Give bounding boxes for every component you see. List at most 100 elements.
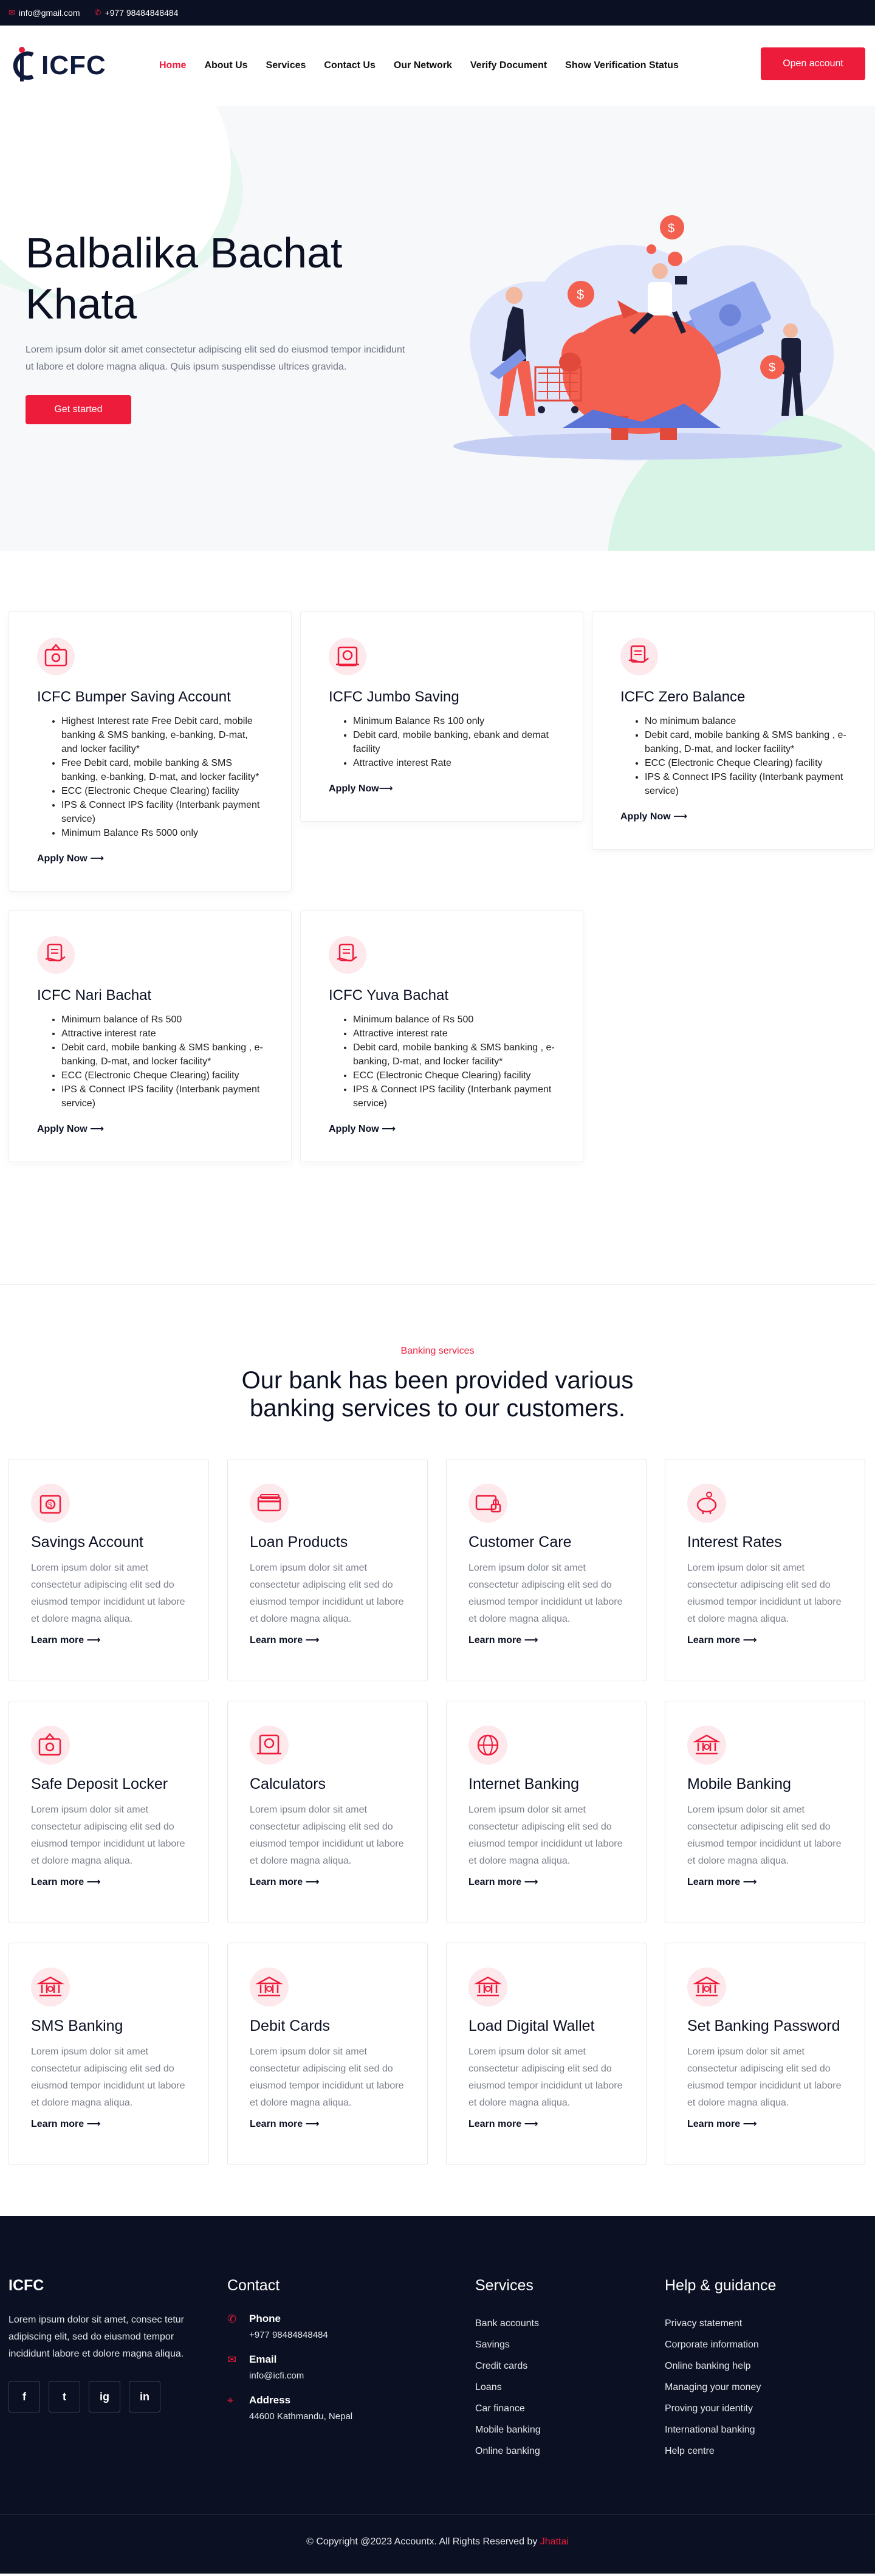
nav-verify-document[interactable]: Verify Document <box>470 60 547 71</box>
service-text: Lorem ipsum dolor sit amet consectetur a… <box>687 2047 842 2108</box>
footer-link[interactable]: Bank accounts <box>475 2313 541 2334</box>
nav-services[interactable]: Services <box>266 60 306 71</box>
service-title: Calculators <box>250 1775 326 1793</box>
learn-more-label: Learn more <box>250 1635 303 1645</box>
footer-link[interactable]: Credit cards <box>475 2355 541 2377</box>
facebook-icon[interactable]: f <box>9 2381 40 2412</box>
service-text: Lorem ipsum dolor sit amet consectetur a… <box>250 1563 404 1624</box>
logo[interactable]: ICFC <box>10 41 156 90</box>
footer-link[interactable]: Mobile banking <box>475 2419 541 2440</box>
learn-more-link[interactable]: Learn more ⟶ <box>250 2119 320 2129</box>
apply-now-link[interactable]: Apply Now ⟶ <box>37 1123 104 1135</box>
hand-card-icon <box>37 936 75 974</box>
account-feature: ECC (Electronic Cheque Clearing) facilit… <box>353 1069 555 1083</box>
twitter-icon[interactable]: t <box>49 2381 80 2412</box>
service-title: SMS Banking <box>31 2017 123 2034</box>
arrow-right-icon: ⟶ <box>743 2119 757 2129</box>
footer-about-text: Lorem ipsum dolor sit amet, consec tetur… <box>9 2315 185 2359</box>
copyright-brand-link[interactable]: Jhattai <box>540 2536 569 2547</box>
service-title: Set Banking Password <box>687 2017 840 2034</box>
account-feature: Debit card, mobile banking & SMS banking… <box>353 1041 555 1069</box>
learn-more-link[interactable]: Learn more ⟶ <box>31 1877 101 1887</box>
learn-more-link[interactable]: Learn more ⟶ <box>468 1635 538 1645</box>
footer-about: ICFC Lorem ipsum dolor sit amet, consec … <box>9 2277 209 2412</box>
nav-contact-us[interactable]: Contact Us <box>324 60 375 71</box>
footer-link[interactable]: Managing your money <box>665 2377 776 2398</box>
hand-card-icon <box>620 638 658 675</box>
footer-link[interactable]: Corporate information <box>665 2334 776 2355</box>
service-card-loan-products: Loan Products Lorem ipsum dolor sit amet… <box>227 1459 428 1681</box>
apply-now-label: Apply Now <box>620 811 671 822</box>
service-card-mobile-banking: Mobile Banking Lorem ipsum dolor sit ame… <box>665 1701 865 1923</box>
footer-link[interactable]: Loans <box>475 2377 541 2398</box>
apply-now-link[interactable]: Apply Now ⟶ <box>329 1123 396 1135</box>
learn-more-label: Learn more <box>468 1635 522 1645</box>
apply-now-link[interactable]: Apply Now ⟶ <box>620 810 687 822</box>
learn-more-link[interactable]: Learn more ⟶ <box>250 1877 320 1887</box>
footer-link[interactable]: Proving your identity <box>665 2398 776 2419</box>
account-card-jumbo-saving: ICFC Jumbo Saving Minimum Balance Rs 100… <box>300 611 583 822</box>
arrow-right-icon: ⟶ <box>673 811 688 822</box>
learn-more-link[interactable]: Learn more ⟶ <box>468 1877 538 1887</box>
arrow-right-icon: ⟶ <box>524 2119 538 2129</box>
logo-text: ICFC <box>41 50 106 80</box>
apply-now-link[interactable]: Apply Now ⟶ <box>37 852 104 864</box>
account-feature: IPS & Connect IPS facility (Interbank pa… <box>645 770 846 798</box>
contact-label: Address <box>249 2394 291 2406</box>
account-features: Minimum balance of Rs 500 Attractive int… <box>37 1013 263 1111</box>
nav-home[interactable]: Home <box>159 60 186 71</box>
footer-link[interactable]: Savings <box>475 2334 541 2355</box>
learn-more-link[interactable]: Learn more ⟶ <box>687 1877 757 1887</box>
footer-link[interactable]: Car finance <box>475 2398 541 2419</box>
account-features: Minimum balance of Rs 500 Attractive int… <box>329 1013 555 1111</box>
account-card-yuva-bachat: ICFC Yuva Bachat Minimum balance of Rs 5… <box>300 910 583 1162</box>
phone-icon: ✆ <box>94 8 101 17</box>
learn-more-link[interactable]: Learn more ⟶ <box>687 1635 757 1645</box>
service-card-internet-banking: Internet Banking Lorem ipsum dolor sit a… <box>446 1701 647 1923</box>
learn-more-label: Learn more <box>31 2119 84 2129</box>
linkedin-icon[interactable]: in <box>129 2381 160 2412</box>
footer-brand: ICFC <box>9 2277 44 2294</box>
footer-link[interactable]: Online banking <box>475 2440 541 2462</box>
footer-services: Services Bank accounts Savings Credit ca… <box>475 2277 541 2462</box>
account-title: ICFC Bumper Saving Account <box>37 689 231 705</box>
footer-link[interactable]: Privacy statement <box>665 2313 776 2334</box>
contact-address: ⌖ Address 44600 Kathmandu, Nepal <box>227 2394 352 2422</box>
arrow-right-icon: ⟶ <box>524 1635 538 1645</box>
account-feature: IPS & Connect IPS facility (Interbank pa… <box>61 798 263 826</box>
service-title: Load Digital Wallet <box>468 2017 595 2034</box>
account-feature: IPS & Connect IPS facility (Interbank pa… <box>61 1083 263 1111</box>
nav-about-us[interactable]: About Us <box>204 60 247 71</box>
get-started-button[interactable]: Get started <box>26 395 131 424</box>
learn-more-link[interactable]: Learn more ⟶ <box>31 1635 101 1645</box>
footer-link[interactable]: Online banking help <box>665 2355 776 2377</box>
footer-link[interactable]: Help centre <box>665 2440 776 2462</box>
learn-more-label: Learn more <box>687 1635 741 1645</box>
service-title: Customer Care <box>468 1534 572 1551</box>
topbar-phone[interactable]: ✆ +977 98484848484 <box>94 8 178 18</box>
nav-our-network[interactable]: Our Network <box>394 60 452 71</box>
social-links: f t ig in <box>9 2381 209 2412</box>
learn-more-link[interactable]: Learn more ⟶ <box>31 2119 101 2129</box>
topbar-email-text: info@gmail.com <box>18 8 80 18</box>
learn-more-link[interactable]: Learn more ⟶ <box>250 1635 320 1645</box>
apply-now-link[interactable]: Apply Now⟶ <box>329 782 393 794</box>
learn-more-link[interactable]: Learn more ⟶ <box>468 2119 538 2129</box>
instagram-icon[interactable]: ig <box>89 2381 120 2412</box>
footer-link[interactable]: International banking <box>665 2419 776 2440</box>
topbar-email[interactable]: ✉ info@gmail.com <box>9 8 80 18</box>
hero-section: Balbalika Bachat Khata Lorem ipsum dolor… <box>0 106 875 551</box>
account-feature: ECC (Electronic Cheque Clearing) facilit… <box>645 756 846 770</box>
account-title: ICFC Zero Balance <box>620 689 746 705</box>
learn-more-link[interactable]: Learn more ⟶ <box>687 2119 757 2129</box>
service-text: Lorem ipsum dolor sit amet consectetur a… <box>31 1563 185 1624</box>
contact-phone[interactable]: ✆ Phone +977 98484848484 <box>227 2313 352 2340</box>
card-icon <box>250 1484 289 1523</box>
contact-email[interactable]: ✉ Email info@icfi.com <box>227 2354 352 2381</box>
bank-building-icon <box>687 1726 726 1765</box>
safe-icon <box>37 638 75 675</box>
open-account-button[interactable]: Open account <box>761 47 865 80</box>
contact-value: 44600 Kathmandu, Nepal <box>249 2411 353 2422</box>
nav-show-verification-status[interactable]: Show Verification Status <box>565 60 679 71</box>
apply-now-label: Apply Now <box>37 853 88 864</box>
